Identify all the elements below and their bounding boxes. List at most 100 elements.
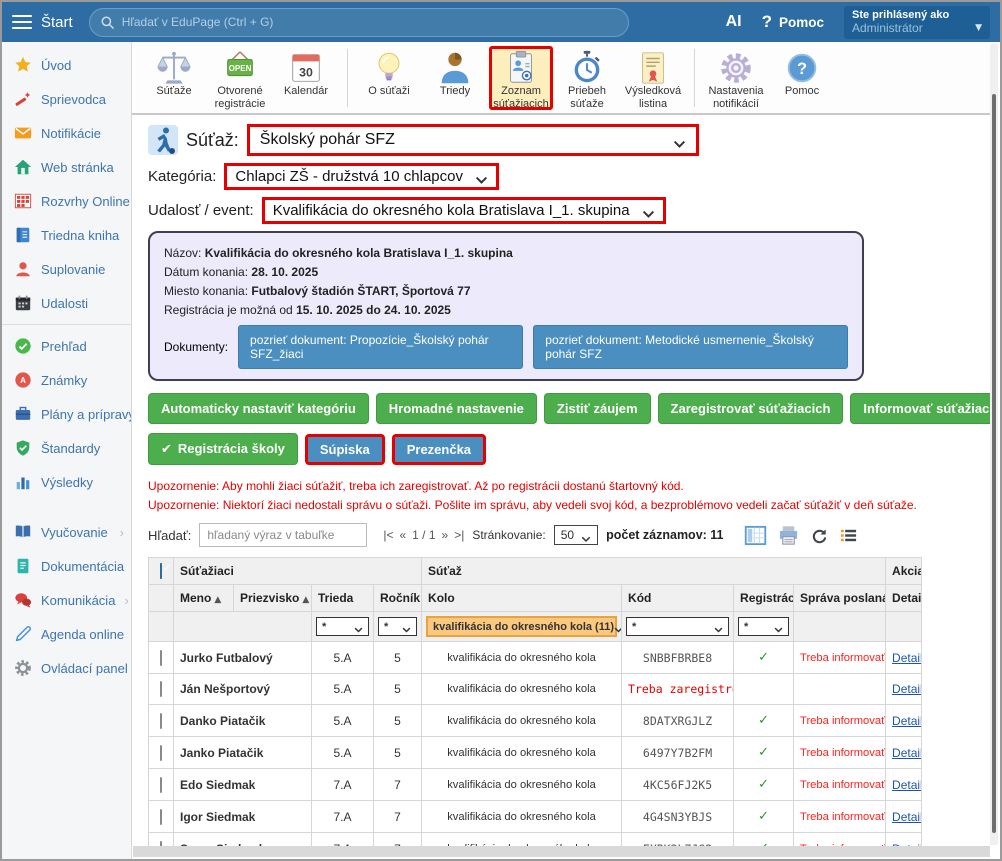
sidebar-item-suplovanie[interactable]: Suplovanie	[2, 252, 131, 286]
zaregistrovat-sutaziacich-button[interactable]: Zaregistrovať súťažiacich	[658, 393, 844, 424]
print-icon[interactable]	[777, 524, 800, 547]
row-checkbox[interactable]	[160, 745, 162, 761]
detail-link[interactable]: Detail	[892, 714, 922, 728]
event-select[interactable]: Kvalifikácia do okresného kola Bratislav…	[262, 197, 666, 224]
columns-icon[interactable]	[744, 524, 767, 547]
user-role: Administrátor	[852, 21, 923, 35]
sidebar-item-plany-a-pripravy[interactable]: Plány a prípravy	[2, 397, 131, 431]
sidebar-item-prehlad[interactable]: Prehľad	[2, 329, 131, 363]
help-button[interactable]: ? Pomoc	[762, 12, 824, 32]
toolbar-item-nastavenia-notifikacii[interactable]: Nastavenia notifikácií	[704, 46, 768, 110]
trieda-filter-select[interactable]: *	[316, 617, 369, 636]
column-header-rocnik: Ročník	[374, 585, 422, 612]
toolbar-item-vysledkova-listina[interactable]: Výsledková listina	[621, 46, 685, 110]
row-checkbox[interactable]	[160, 650, 162, 666]
toolbar-item-pomoc[interactable]: ?Pomoc	[770, 46, 834, 110]
sidebar-item-ovladaci-panel[interactable]: Ovládací panel	[2, 651, 131, 685]
zistit-zaujem-button[interactable]: Zistiť záujem	[544, 393, 651, 424]
sidebar-item-triedna-kniha[interactable]: Triedna kniha	[2, 218, 131, 252]
sidebar-item-udalosti[interactable]: Udalosti	[2, 286, 131, 320]
group-participants: Súťažiaci	[174, 558, 422, 585]
pager-next-button[interactable]: »	[442, 528, 449, 542]
hromadne-nastavenie-button[interactable]: Hromadné nastavenie	[376, 393, 537, 424]
toolbar-item-sutaze[interactable]: Súťaže	[142, 46, 206, 110]
automaticky-nastavit-kategoriu-button[interactable]: Automaticky nastaviť kategóriu	[148, 393, 369, 424]
select-all-checkbox[interactable]	[160, 563, 162, 579]
prezencka-button[interactable]: Prezenčka	[392, 434, 486, 465]
toolbar-item-triedy[interactable]: Triedy	[423, 46, 487, 110]
column-header-kod: Kód	[622, 585, 734, 612]
document-button[interactable]: pozrieť dokument: Metodické usmernenie_Š…	[533, 325, 848, 369]
start-menu[interactable]: Štart	[41, 14, 73, 31]
table-search-input[interactable]	[199, 523, 367, 547]
sidebar-item-znamky[interactable]: AZnámky	[2, 363, 131, 397]
ai-button[interactable]: AI	[726, 13, 742, 31]
toolbar-item-priebeh-sutaze[interactable]: Priebeh súťaže	[555, 46, 619, 110]
sidebar-item-vyucovanie[interactable]: Vyučovanie›	[2, 515, 131, 549]
detail-link[interactable]: Detail	[892, 651, 922, 665]
vertical-scrollbar-track[interactable]	[990, 44, 998, 845]
toolbar-item-kalendar[interactable]: 30 Kalendár	[274, 46, 338, 110]
message-status	[794, 674, 886, 705]
horizontal-scrollbar-track[interactable]	[133, 846, 990, 857]
start-code: 4KC56FJ2K5	[622, 769, 734, 801]
sidebar-item-dokumentacia[interactable]: Dokumentácia›	[2, 549, 131, 583]
pager-prev-button[interactable]: «	[399, 528, 406, 542]
registracia-filter-select[interactable]: *	[738, 617, 789, 636]
participant-class: 5.A	[312, 674, 374, 705]
sidebar-item-uvod[interactable]: Úvod	[2, 48, 131, 82]
sidebar-item-sprievodca[interactable]: Sprievodca	[2, 82, 131, 116]
sidebar-item-label: Dokumentácia	[41, 559, 124, 574]
toolbar-item-otvorene-registracie[interactable]: OPENOtvorené registrácie	[208, 46, 272, 110]
sidebar-item-label: Udalosti	[41, 296, 88, 311]
global-search-input[interactable]: Hľadať v EduPage (Ctrl + G)	[89, 8, 629, 37]
vertical-scrollbar-thumb[interactable]	[992, 94, 996, 833]
detail-link[interactable]: Detail	[892, 746, 922, 760]
start-code: SNBBFBRBE8	[622, 642, 734, 674]
search-placeholder: Hľadať v EduPage (Ctrl + G)	[122, 15, 274, 29]
timetable-icon	[14, 192, 32, 210]
kolo-filter-select[interactable]: kvalifikácia do okresného kola (11)	[426, 616, 617, 637]
registracia-skoly-button[interactable]: ✔Registrácia školy	[148, 433, 298, 465]
supiska-button[interactable]: Súpiska	[305, 434, 385, 465]
informovat-sutaziacich-button[interactable]: Informovať súťažiacich	[850, 393, 992, 424]
user-menu[interactable]: Ste prihlásený ako Administrátor ▼	[844, 6, 990, 39]
participant-class: 7.A	[312, 833, 374, 846]
sidebar-item-web-stranka[interactable]: Web stránka	[2, 150, 131, 184]
refresh-icon[interactable]	[810, 526, 829, 545]
message-status: Treba informovať!	[794, 642, 886, 674]
participant-name: Edo Siedmak	[174, 769, 312, 801]
pager-first-button[interactable]: |<	[383, 528, 393, 542]
column-header-priezvisko[interactable]: Priezvisko▲	[234, 585, 312, 612]
kod-filter-select[interactable]: *	[626, 617, 729, 636]
pager-last-button[interactable]: >|	[454, 528, 464, 542]
category-select[interactable]: Chlapci ZŠ - družstvá 10 chlapcov	[224, 163, 499, 190]
calendar-30-icon: 30	[287, 49, 325, 83]
sidebar-item-notifikacie[interactable]: Notifikácie	[2, 116, 131, 150]
detail-link[interactable]: Detail	[892, 682, 922, 696]
sidebar-item-agenda-online[interactable]: Agenda online	[2, 617, 131, 651]
row-checkbox[interactable]	[160, 809, 162, 825]
row-checkbox[interactable]	[160, 777, 162, 793]
hamburger-menu-icon[interactable]	[12, 11, 32, 33]
row-checkbox[interactable]	[160, 681, 162, 697]
column-header-meno[interactable]: Meno▲	[174, 585, 234, 612]
detail-link[interactable]: Detail	[892, 778, 922, 792]
rocnik-filter-select[interactable]: *	[378, 617, 417, 636]
toolbar-item-zoznam-sutaziacich[interactable]: Zoznam súťažiacich	[489, 46, 553, 110]
toolbar-item-o-sutazi[interactable]: O súťaži	[357, 46, 421, 110]
sidebar-item-vysledky[interactable]: Výsledky	[2, 465, 131, 499]
competition-select[interactable]: Školský pohár SFZ	[247, 124, 699, 156]
sidebar-item-standardy[interactable]: Štandardy	[2, 431, 131, 465]
detail-link[interactable]: Detail	[892, 810, 922, 824]
sidebar-item-rozvrhy-online[interactable]: Rozvrhy Online	[2, 184, 131, 218]
toolbar-item-label: Kalendár	[284, 85, 328, 98]
open-book-icon	[14, 523, 32, 541]
document-button[interactable]: pozrieť dokument: Propozície_Školský poh…	[238, 325, 523, 369]
registration-check: ✓	[734, 769, 794, 801]
row-checkbox[interactable]	[160, 713, 162, 729]
list-view-icon[interactable]	[839, 526, 858, 545]
sidebar-item-komunikacia[interactable]: Komunikácia›	[2, 583, 131, 617]
pager-page-indicator: 1 / 1	[412, 528, 435, 542]
page-size-select[interactable]: 50	[554, 525, 598, 545]
